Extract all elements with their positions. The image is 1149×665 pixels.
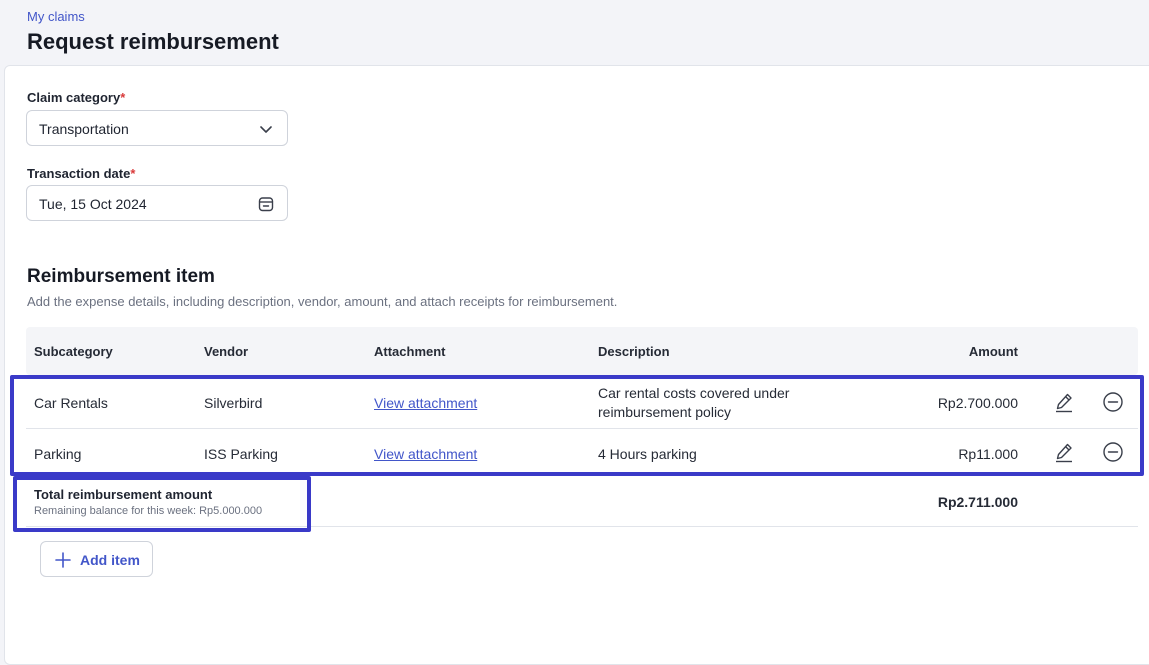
- claim-category-label: Claim category*: [27, 90, 125, 105]
- breadcrumb-my-claims[interactable]: My claims: [27, 9, 85, 24]
- add-item-label: Add item: [80, 552, 140, 568]
- page-header: My claims Request reimbursement: [0, 0, 1149, 65]
- minus-circle-icon[interactable]: [1102, 391, 1124, 413]
- row-subcategory: Car Rentals: [34, 395, 108, 411]
- add-item-button[interactable]: Add item: [40, 541, 153, 577]
- required-mark: *: [130, 166, 136, 181]
- column-vendor: Vendor: [204, 344, 249, 359]
- page-title: Request reimbursement: [27, 29, 279, 54]
- claim-category-value: Transportation: [39, 121, 129, 137]
- total-label: Total reimbursement amount: [34, 487, 213, 502]
- column-amount: Amount: [968, 344, 1018, 359]
- pencil-icon[interactable]: [1053, 441, 1075, 463]
- row-vendor: Silverbird: [204, 395, 263, 411]
- transaction-date-label: Transaction date*: [27, 166, 135, 181]
- column-description: Description: [598, 344, 670, 359]
- section-title: Reimbursement item: [27, 266, 215, 287]
- remaining-balance: Remaining balance for this week: Rp5.000…: [34, 505, 263, 517]
- view-attachment-link[interactable]: View attachment: [374, 395, 477, 411]
- calendar-icon[interactable]: [257, 195, 275, 213]
- pencil-icon[interactable]: [1053, 391, 1075, 413]
- table-row: Parking ISS Parking View attachment 4 Ho…: [26, 430, 1138, 476]
- chevron-down-icon: [260, 126, 272, 133]
- minus-circle-icon[interactable]: [1102, 441, 1124, 463]
- transaction-date-field[interactable]: Tue, 15 Oct 2024: [26, 185, 288, 221]
- claim-category-select[interactable]: Transportation: [26, 110, 288, 146]
- row-description-line: reimbursement policy: [598, 404, 732, 420]
- row-description: 4 Hours parking: [598, 446, 697, 462]
- row-amount: Rp11.000: [958, 446, 1018, 462]
- total-row: Total reimbursement amount Remaining bal…: [26, 477, 1138, 527]
- transaction-date-value: Tue, 15 Oct 2024: [39, 196, 147, 212]
- row-subcategory: Parking: [34, 446, 82, 462]
- section-description: Add the expense details, including descr…: [27, 294, 618, 309]
- column-attachment: Attachment: [374, 344, 446, 359]
- transaction-date-label-text: Transaction date: [27, 166, 131, 181]
- claim-category-label-text: Claim category: [27, 90, 121, 105]
- view-attachment-link[interactable]: View attachment: [374, 446, 477, 462]
- table-row: Car Rentals Silverbird View attachment C…: [26, 379, 1138, 429]
- table-header: Subcategory Vendor Attachment Descriptio…: [26, 327, 1138, 375]
- row-amount: Rp2.700.000: [937, 395, 1018, 411]
- row-description-line: Car rental costs covered under: [598, 385, 790, 401]
- required-mark: *: [120, 90, 126, 105]
- column-subcategory: Subcategory: [34, 344, 113, 359]
- row-description: Car rental costs covered under reimburse…: [598, 384, 789, 422]
- row-vendor: ISS Parking: [204, 446, 278, 462]
- plus-icon: [55, 552, 71, 568]
- total-amount: Rp2.711.000: [937, 494, 1018, 510]
